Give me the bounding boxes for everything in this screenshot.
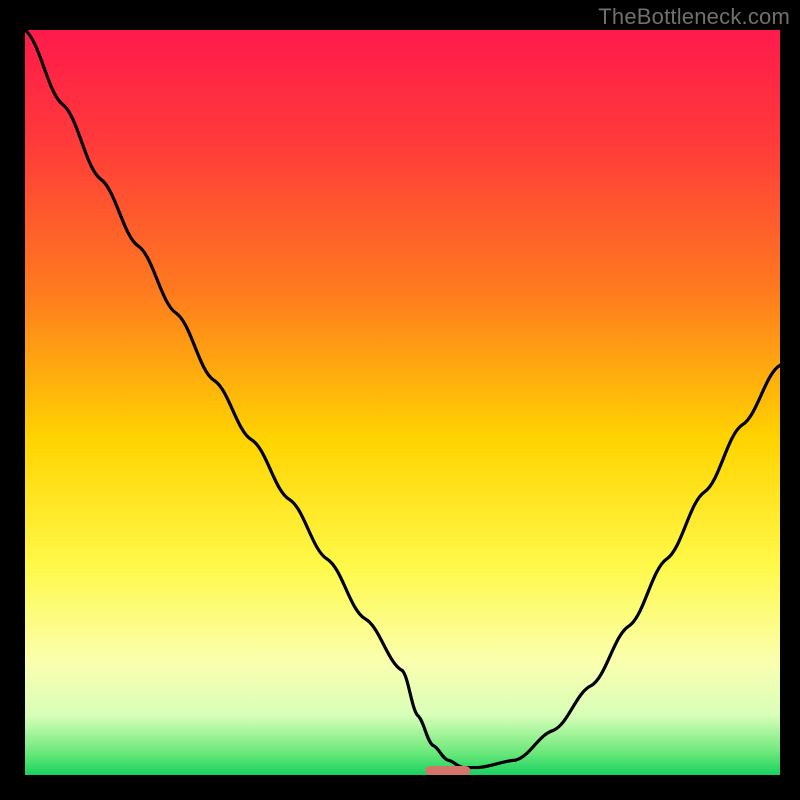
optimal-marker (425, 766, 470, 775)
chart-frame: TheBottleneck.com (0, 0, 800, 800)
bottleneck-plot (0, 0, 800, 800)
plot-background (25, 30, 780, 775)
watermark-text: TheBottleneck.com (598, 4, 790, 30)
